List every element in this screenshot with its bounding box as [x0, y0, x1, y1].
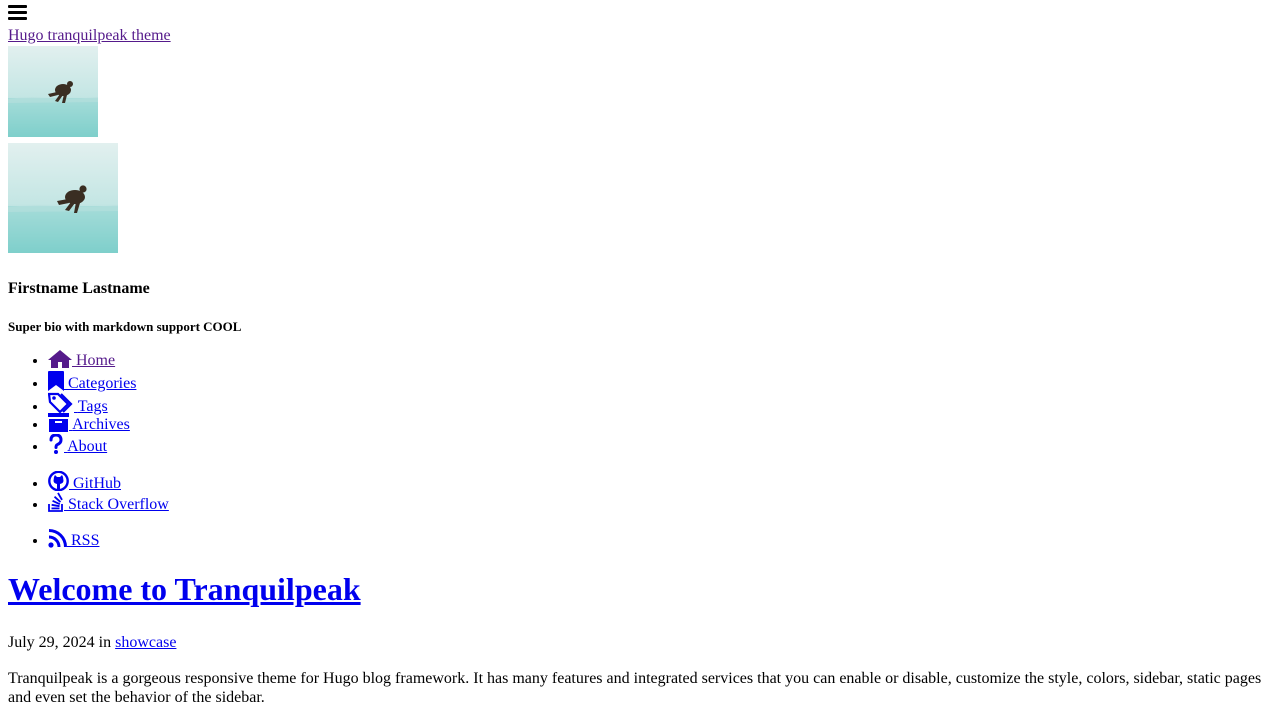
bookmark-icon: [48, 371, 64, 391]
nav-label-archives: Archives: [72, 416, 130, 433]
nav-label-stack-overflow: Stack Overflow: [68, 496, 169, 513]
nav-item-rss: RSS: [48, 529, 1272, 550]
tags-icon: [48, 392, 73, 414]
feed-nav: RSS: [8, 529, 1272, 550]
nav-label-rss: RSS: [71, 532, 100, 549]
nav-link-about[interactable]: About: [48, 434, 108, 455]
nav-link-home[interactable]: Home: [48, 350, 116, 369]
stack-overflow-icon: [48, 492, 63, 512]
post-excerpt: Tranquilpeak is a gorgeous responsive th…: [8, 670, 1262, 706]
nav-item-stack-overflow: Stack Overflow: [48, 492, 1272, 513]
nav-label-home: Home: [76, 352, 116, 369]
site-title-row: Hugo tranquilpeak theme: [8, 26, 1272, 46]
nav-item-tags: Tags: [48, 392, 1272, 415]
home-icon: [48, 350, 72, 368]
hamburger-menu-icon[interactable]: [8, 4, 27, 21]
github-icon: [48, 471, 69, 491]
page: Hugo tranquilpeak theme Firstname Lastna…: [0, 0, 1280, 707]
nav-item-archives: Archives: [48, 413, 1272, 434]
nav-link-github[interactable]: GitHub: [48, 471, 121, 492]
nav-link-stack-overflow[interactable]: Stack Overflow: [48, 492, 169, 513]
post-in-word: in: [98, 634, 112, 651]
nav-item-about: About: [48, 434, 1272, 455]
nav-item-categories: Categories: [48, 371, 1272, 392]
social-nav: GitHub Stack Overflow: [8, 471, 1272, 513]
post-title: Welcome to Tranquilpeak: [8, 571, 1272, 608]
nav-label-github: GitHub: [73, 475, 121, 492]
nav-label-about: About: [67, 438, 108, 455]
post-title-link[interactable]: Welcome to Tranquilpeak: [8, 571, 361, 607]
site-title-link[interactable]: Hugo tranquilpeak theme: [8, 27, 171, 44]
nav-link-rss[interactable]: RSS: [48, 529, 100, 549]
author-bio: Super bio with markdown support COOL: [8, 319, 242, 334]
nav-link-archives[interactable]: Archives: [48, 413, 130, 433]
nav-item-github: GitHub: [48, 471, 1272, 492]
nav-item-home: Home: [48, 350, 1272, 371]
author-avatar-small[interactable]: [8, 46, 98, 137]
archive-icon: [48, 413, 69, 432]
post-meta: July 29, 2024 in showcase: [8, 634, 1272, 652]
menu-toggle[interactable]: [8, 0, 1272, 26]
author-name: Firstname Lastname: [8, 280, 150, 297]
nav-label-categories: Categories: [68, 375, 137, 392]
question-icon: [49, 434, 63, 454]
post-date: July 29, 2024: [8, 634, 95, 651]
author-avatar[interactable]: [8, 143, 118, 253]
nav-link-categories[interactable]: Categories: [48, 371, 137, 392]
main-nav: Home Categories Tags Archives About: [8, 350, 1272, 455]
rss-icon: [48, 529, 67, 548]
post-category-link[interactable]: showcase: [115, 634, 176, 651]
